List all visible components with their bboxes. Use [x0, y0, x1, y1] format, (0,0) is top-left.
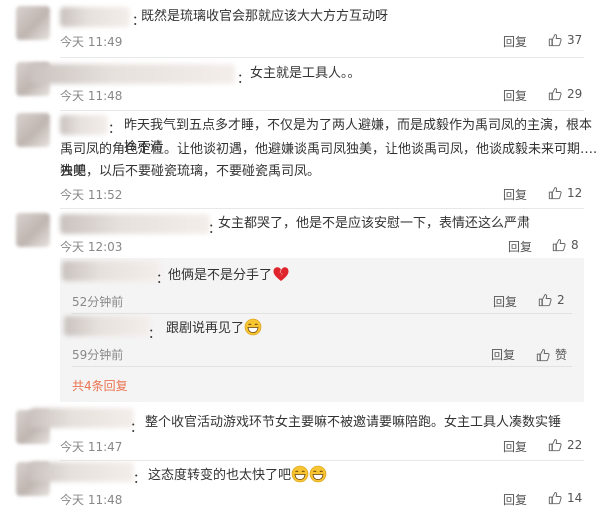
comment-text: 女主都哭了，他是不是应该安慰一下，表情还这么严肃	[218, 216, 531, 231]
like-button[interactable]: 14	[548, 491, 582, 505]
avatar[interactable]	[16, 6, 50, 40]
colon-separator: ：	[108, 122, 122, 137]
like-button[interactable]: 22	[548, 438, 582, 452]
colon-separator: ：	[237, 72, 251, 87]
comment-time: 今天 12:03	[60, 240, 123, 254]
like-count: 8	[571, 238, 579, 252]
thumb-up-icon	[548, 439, 562, 452]
username-blurred[interactable]	[30, 462, 134, 482]
reply-button[interactable]: 回复	[503, 438, 527, 455]
username-blurred[interactable]	[30, 64, 235, 84]
reply-button[interactable]: 回复	[503, 33, 527, 50]
comment-time: 今天 11:48	[60, 89, 123, 103]
reply-button[interactable]: 回复	[491, 346, 515, 363]
username-blurred[interactable]	[62, 261, 160, 281]
thumb-up-icon	[538, 294, 552, 307]
username-blurred[interactable]	[60, 115, 108, 135]
grin-emoji-icon	[244, 318, 262, 336]
colon-separator: ：	[130, 421, 144, 436]
like-count: 29	[567, 87, 583, 101]
username-blurred[interactable]	[64, 316, 150, 336]
thumb-up-icon	[548, 88, 562, 101]
divider	[60, 110, 584, 111]
like-count: 37	[567, 33, 583, 47]
thumb-up-icon	[548, 34, 562, 47]
reply-button[interactable]: 回复	[503, 186, 527, 203]
comment-time: 今天 11:48	[60, 493, 123, 507]
reply-text-body: 他俩是不是分手了	[168, 268, 273, 283]
divider	[72, 366, 572, 367]
colon-separator: ：	[133, 472, 147, 487]
divider	[60, 208, 584, 209]
comment-text-body: 这态度转变的也太快了吧	[148, 468, 292, 483]
like-button[interactable]: 赞	[536, 346, 567, 363]
like-button[interactable]: 37	[548, 33, 582, 47]
divider	[72, 313, 572, 314]
like-count: 22	[567, 438, 583, 452]
comment-text: 这态度转变的也太快了吧	[148, 465, 327, 487]
comment-time: 今天 11:52	[60, 188, 123, 202]
like-label: 赞	[555, 348, 568, 362]
like-count: 12	[567, 186, 583, 200]
grin-emoji-icon	[309, 465, 327, 483]
comment-time: 今天 11:49	[60, 35, 123, 49]
divider	[60, 57, 584, 58]
username-blurred[interactable]	[30, 408, 134, 428]
thumb-up-icon	[548, 187, 562, 200]
comment-text: 既然是琉璃收官会那就应该大大方方互动呀	[141, 9, 389, 24]
like-count: 14	[567, 491, 583, 505]
thumb-up-icon	[552, 239, 566, 252]
like-count: 2	[557, 293, 565, 307]
grin-emoji-icon	[291, 465, 309, 483]
username-blurred[interactable]	[60, 214, 210, 234]
like-button[interactable]: 2	[538, 293, 565, 307]
comment-text: 整个收官活动游戏环节女主要嘛不被邀请要嘛陪跑。女主工具人凑数实锤	[145, 415, 562, 430]
thumb-up-icon	[536, 348, 550, 361]
reply-text-body: 跟剧说再见了	[166, 321, 245, 336]
comment-time: 今天 11:47	[60, 440, 123, 454]
reply-button[interactable]: 回复	[503, 87, 527, 104]
username-blurred[interactable]	[60, 7, 130, 27]
thumb-up-icon	[548, 492, 562, 505]
reply-text: 跟剧说再见了	[166, 318, 262, 340]
reply-text: 他俩是不是分手了	[168, 265, 290, 287]
colon-separator: ：	[148, 327, 162, 342]
avatar[interactable]	[16, 213, 50, 247]
more-replies-link[interactable]: 共4条回复	[72, 377, 128, 394]
reply-time: 52分钟前	[72, 295, 124, 309]
divider	[60, 460, 584, 461]
comment-text-line: 去吧，以后不要碰瓷琉璃，不要碰瓷禹司凤。	[60, 164, 321, 179]
reply-button[interactable]: 回复	[503, 491, 527, 508]
avatar[interactable]	[16, 113, 50, 147]
like-button[interactable]: 29	[548, 87, 582, 101]
reply-button[interactable]: 回复	[493, 293, 517, 310]
comment-text: 女主就是工具人。。	[250, 66, 361, 81]
reply-button[interactable]: 回复	[508, 238, 532, 255]
like-button[interactable]: 8	[552, 238, 579, 252]
broken-heart-icon	[273, 267, 289, 281]
like-button[interactable]: 12	[548, 186, 582, 200]
reply-time: 59分钟前	[72, 348, 124, 362]
